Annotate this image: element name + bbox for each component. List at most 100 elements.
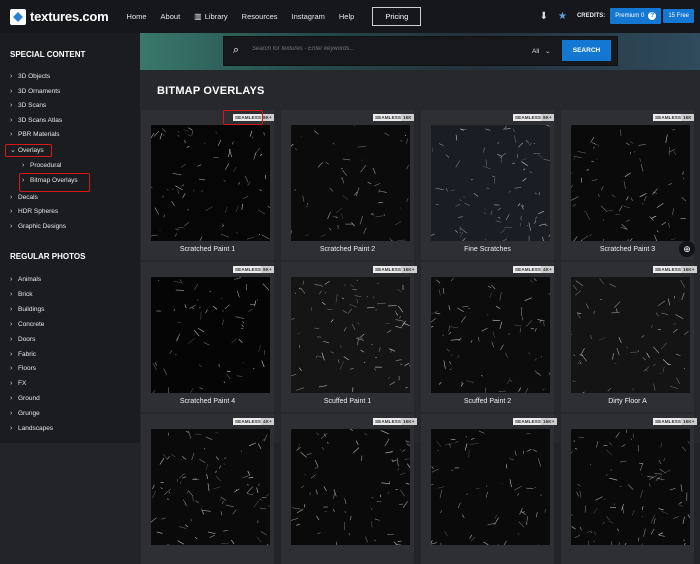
sidebar-item-pbr-materials[interactable]: ›PBR Materials [10, 131, 60, 138]
sidebar-item-animals[interactable]: ›Animals [10, 276, 41, 283]
texture-preview [431, 429, 550, 545]
sidebar-item-landscapes[interactable]: ›Landscapes [10, 425, 53, 432]
texture-thumbnail[interactable] [151, 429, 270, 545]
texture-thumbnail[interactable] [431, 429, 550, 545]
texture-thumbnail[interactable] [571, 125, 690, 241]
sidebar-item-label: PBR Materials [18, 131, 60, 138]
sidebar-item-label: Floors [18, 365, 36, 372]
texture-tile[interactable]: SEAMLESS16K+Dirty Floor A [561, 262, 694, 412]
sidebar-item-grunge[interactable]: ›Grunge [10, 410, 40, 417]
seamless-badge: SEAMLESS [513, 418, 543, 425]
texture-tile[interactable]: SEAMLESS16K+ [421, 414, 554, 564]
sidebar-item-3d-scans[interactable]: ›3D Scans [10, 102, 46, 109]
chevron-right-icon: › [10, 365, 18, 372]
texture-name[interactable]: Scratched Paint 1 [141, 246, 274, 253]
pricing-button[interactable]: Pricing [372, 7, 421, 26]
sidebar-item-fabric[interactable]: ›Fabric [10, 351, 36, 358]
seamless-badge: SEAMLESS [513, 114, 543, 121]
chevron-right-icon: › [10, 321, 18, 328]
sidebar-item-buildings[interactable]: ›Buildings [10, 306, 44, 313]
sidebar-item-label: Procedural [30, 162, 61, 169]
texture-thumbnail[interactable] [151, 277, 270, 393]
download-icon[interactable]: ⬇ [540, 11, 548, 22]
sidebar-item-label: 3D Ornaments [18, 88, 60, 95]
texture-thumbnail[interactable] [571, 429, 690, 545]
chevron-right-icon: › [10, 117, 18, 124]
credits-label: CREDITS: [577, 13, 605, 19]
sidebar-item-doors[interactable]: ›Doors [10, 336, 35, 343]
sidebar-item-label: Doors [18, 336, 35, 343]
favorites-icon[interactable]: ★ [558, 11, 567, 22]
texture-tile[interactable]: SEAMLESS16K+ [561, 414, 694, 564]
chevron-right-icon: › [10, 291, 18, 298]
texture-tile[interactable]: SEAMLESS8K+ Fine Scratches [421, 110, 554, 260]
texture-thumbnail[interactable] [151, 125, 270, 241]
texture-name[interactable]: Scratched Paint 4 [141, 398, 274, 405]
help-icon[interactable]: ? [648, 12, 656, 20]
texture-name[interactable]: Scratched Paint 3 [561, 246, 694, 253]
texture-name[interactable]: Scuffed Paint 2 [421, 398, 554, 405]
texture-name[interactable]: Scratched Paint 2 [281, 246, 414, 253]
free-credits-badge[interactable]: 15 Free [663, 9, 694, 23]
texture-thumbnail[interactable] [571, 277, 690, 393]
chevron-right-icon: › [10, 208, 18, 215]
texture-thumbnail[interactable] [431, 125, 550, 241]
nav-home[interactable]: Home [127, 12, 147, 21]
texture-tile[interactable]: SEAMLESS8K+Scratched Paint 1 [141, 110, 274, 260]
search-input[interactable] [252, 46, 512, 52]
search-filter-label: All [532, 48, 539, 55]
texture-tile[interactable]: SEAMLESS16KScratched Paint 3 [561, 110, 694, 260]
chevron-right-icon: › [10, 425, 18, 432]
nav-resources[interactable]: Resources [242, 12, 278, 21]
sidebar-item-label: Ground [18, 395, 40, 402]
chevron-right-icon: › [10, 336, 18, 343]
sidebar-item-fx[interactable]: ›FX [10, 380, 26, 387]
premium-credits-button[interactable]: Premium 0 ? [610, 8, 661, 24]
logo[interactable]: textures.com [10, 9, 109, 25]
texture-tile[interactable]: SEAMLESS8K+Scratched Paint 4 [141, 262, 274, 412]
seamless-badge: SEAMLESS [373, 114, 403, 121]
texture-tile[interactable]: SEAMLESS16K+Scuffed Paint 1 [281, 262, 414, 412]
sidebar-item-decals[interactable]: ›Decals [10, 194, 38, 201]
chevron-down-icon: ⌄ [545, 48, 550, 55]
sidebar-item-3d-ornaments[interactable]: ›3D Ornaments [10, 88, 60, 95]
nav-instagram[interactable]: Instagram [292, 12, 325, 21]
sidebar-item-label: Fabric [18, 351, 36, 358]
texture-tile[interactable]: SEAMLESS16K+ [281, 414, 414, 564]
sidebar-item-floors[interactable]: ›Floors [10, 365, 36, 372]
texture-name[interactable]: Scuffed Paint 1 [281, 398, 414, 405]
sidebar-item-3d-objects[interactable]: ›3D Objects [10, 73, 50, 80]
resolution-badge: 16K+ [681, 266, 697, 273]
resolution-badge: 16K+ [401, 266, 417, 273]
sidebar-item-hdr-spheres[interactable]: ›HDR Spheres [10, 208, 58, 215]
texture-name[interactable]: Fine Scratches [421, 246, 554, 253]
texture-preview [571, 277, 690, 393]
sidebar-item-3d-scans-atlas[interactable]: ›3D Scans Atlas [10, 117, 62, 124]
nav-library[interactable]: ▥ Library [194, 12, 228, 21]
zoom-icon[interactable]: ⊕ [679, 241, 695, 257]
logo-text: textures.com [30, 9, 109, 24]
sidebar-item-label: Graphic Designs [18, 223, 66, 230]
texture-tile[interactable]: SEAMLESS16KScratched Paint 2 [281, 110, 414, 260]
texture-preview [291, 125, 410, 241]
texture-thumbnail[interactable] [291, 277, 410, 393]
sidebar-item-procedural[interactable]: ›Procedural [22, 162, 61, 169]
nav-help[interactable]: Help [339, 12, 354, 21]
chevron-right-icon: › [10, 351, 18, 358]
texture-thumbnail[interactable] [291, 125, 410, 241]
texture-name[interactable]: Dirty Floor A [561, 398, 694, 405]
sidebar-item-brick[interactable]: ›Brick [10, 291, 32, 298]
resolution-badge: 8K+ [541, 114, 554, 121]
nav-about[interactable]: About [161, 12, 181, 21]
texture-tile[interactable]: SEAMLESS4K+Scuffed Paint 2 [421, 262, 554, 412]
texture-preview [431, 125, 550, 241]
sidebar-item-graphic-designs[interactable]: ›Graphic Designs [10, 223, 66, 230]
search-filter-select[interactable]: All ⌄ [532, 47, 551, 55]
sidebar-item-ground[interactable]: ›Ground [10, 395, 40, 402]
search-button[interactable]: SEARCH [562, 40, 611, 61]
texture-tile[interactable]: SEAMLESS4K+ [141, 414, 274, 564]
texture-thumbnail[interactable] [291, 429, 410, 545]
sidebar-item-concrete[interactable]: ›Concrete [10, 321, 44, 328]
texture-thumbnail[interactable] [431, 277, 550, 393]
chevron-right-icon: › [10, 380, 18, 387]
